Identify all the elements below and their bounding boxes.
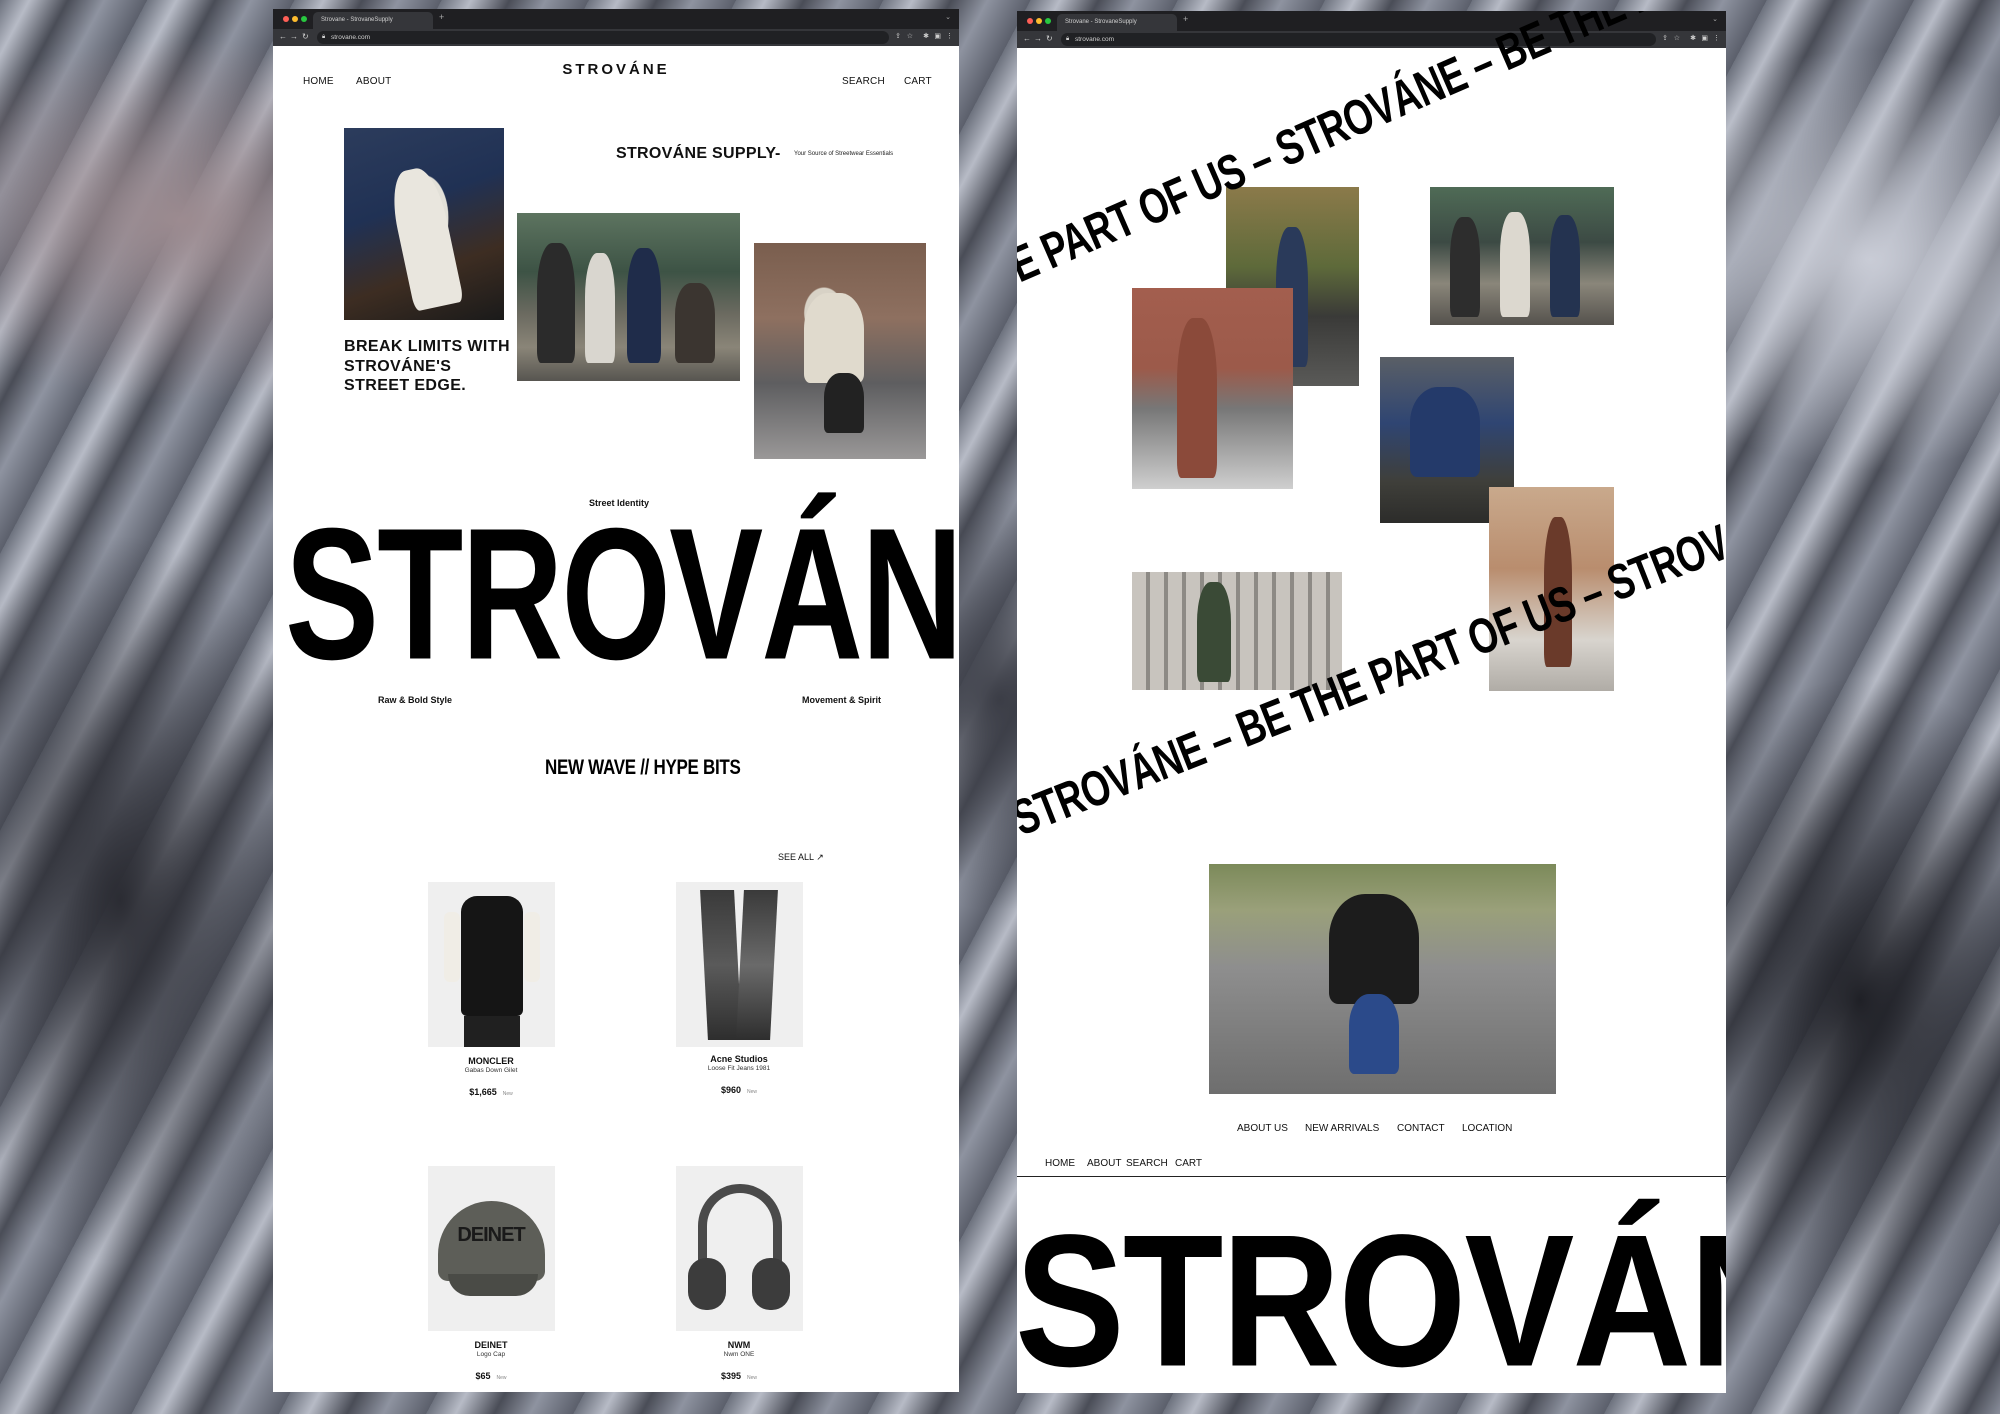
lock-icon: 🔒︎ [1066,36,1070,42]
footer-contact[interactable]: CONTACT [1397,1123,1445,1134]
product-card[interactable]: NWM Nwm ONE $395 New [659,1166,819,1381]
product-name: Nwm ONE [723,1351,755,1358]
product-brand: Acne Studios [710,1054,768,1064]
nav-search[interactable]: SEARCH [842,76,885,87]
ribbon-marquee-bottom: STROVÁNE – BE THE PART OF US – STROVÁNE … [1017,340,1726,847]
hero-photo-jump [754,243,926,459]
product-brand: DEINET [474,1340,508,1350]
product-brand: MONCLER [468,1056,514,1066]
forward-arrow-icon[interactable]: → [1034,34,1042,43]
share-icon[interactable]: ⇪ [895,32,901,40]
product-price: $65 New [475,1371,507,1381]
footer-nav-home[interactable]: HOME [1045,1158,1075,1169]
featured-photo-road-skater [1209,864,1556,1094]
supply-dash: - [775,145,781,162]
cap-print: DEINET [457,1224,525,1246]
reload-icon[interactable]: ↻ [302,32,309,41]
product-tag: New [747,1089,758,1095]
headline-line-1: BREAK LIMITS WITH [344,338,510,355]
product-tag: New [747,1375,758,1381]
address-bar[interactable]: 🔒︎ strovane.com [317,31,889,44]
product-price: $1,665 New [469,1087,513,1097]
product-tag: New [496,1375,507,1381]
product-card[interactable]: MONCLER Gabas Down Gilet $1,665 New [411,882,571,1097]
minimize-window-button[interactable] [1036,18,1042,24]
star-icon[interactable]: ☆ [907,32,913,40]
menu-dots-icon[interactable]: ⋮ [1713,34,1720,42]
label-movement: Movement & Spirit [802,695,882,705]
headline-line-3: STREET EDGE. [344,377,467,394]
tab-title: Strovane - StrovaneSupply [321,17,393,23]
footer-giant-brand: STROVÁNE [1017,1195,1726,1393]
nav-about[interactable]: ABOUT [356,76,391,87]
tab-strip: Strovane - StrovaneSupply + ⌄ [273,9,959,29]
product-tag: New [502,1091,513,1097]
supply-subtitle: Your Source of Streetwear Essentials [794,151,894,157]
nav-home[interactable]: HOME [303,76,334,87]
product-image[interactable] [675,882,803,1047]
section-title-new-wave: NEW WAVE // HYPE BITS [545,755,741,779]
star-icon[interactable]: ☆ [1674,34,1680,42]
browser-tab[interactable]: Strovane - StrovaneSupply [313,12,433,29]
forward-arrow-icon[interactable]: → [290,32,298,41]
extensions-icon[interactable]: ✱ [1690,34,1696,42]
hero-photo-skateboard [344,128,504,320]
footer-nav-cart[interactable]: CART [1175,1158,1202,1169]
see-all-link[interactable]: SEE ALL ↗ [778,852,824,863]
back-arrow-icon[interactable]: ← [279,32,287,41]
maximize-window-button[interactable] [301,16,307,22]
product-name: Logo Cap [476,1351,506,1358]
url-text: strovane.com [331,34,371,41]
tab-title: Strovane - StrovaneSupply [1065,19,1137,25]
new-tab-button[interactable]: + [1183,14,1188,24]
new-tab-button[interactable]: + [439,12,444,22]
sidebar-icon[interactable]: ▣ [1701,34,1708,42]
product-image[interactable] [427,882,555,1047]
product-card[interactable]: Acne Studios Loose Fit Jeans 1981 $960 Ne… [659,882,819,1095]
footer-location[interactable]: LOCATION [1462,1123,1512,1134]
close-window-button[interactable] [283,16,289,22]
footer-new-arrivals[interactable]: NEW ARRIVALS [1305,1123,1379,1134]
collage-photo-columns [1132,572,1342,690]
supply-title: STROVÁNE SUPPLY [616,145,777,162]
product-name: Loose Fit Jeans 1981 [707,1065,771,1072]
product-card[interactable]: DEINET DEINET Logo Cap $65 New [411,1166,571,1381]
label-raw-bold: Raw & Bold Style [378,695,453,705]
back-arrow-icon[interactable]: ← [1023,34,1031,43]
collage-photo-skater-run [1132,288,1293,489]
product-brand: NWM [727,1340,751,1350]
footer-nav-about[interactable]: ABOUT [1087,1158,1121,1169]
sidebar-icon[interactable]: ▣ [934,32,941,40]
footer-divider [1017,1176,1726,1177]
collage-photo-group [1430,187,1614,325]
reload-icon[interactable]: ↻ [1046,34,1053,43]
nav-cart[interactable]: CART [904,76,932,87]
browser-tab[interactable]: Strovane - StrovaneSupply [1057,14,1177,31]
address-toolbar: ← → ↻ 🔒︎ strovane.com ⇪ ☆ ✱ ▣ ⋮ [273,29,959,46]
tab-list-chevron-icon[interactable]: ⌄ [945,13,951,21]
product-price: $960 New [720,1085,758,1095]
url-text: strovane.com [1075,36,1115,43]
headline-line-2: STROVÁNE'S [344,358,452,375]
product-price: $395 New [720,1371,758,1381]
browser-window-right: Strovane - StrovaneSupply + ⌄ ← → ↻ 🔒︎ s… [1017,11,1726,1393]
giant-brand-wordmark: STROVÁNE [285,488,959,699]
product-image[interactable]: DEINET [427,1166,555,1331]
footer-about-us[interactable]: ABOUT US [1237,1123,1288,1134]
product-name: Gabas Down Gilet [464,1067,518,1074]
extensions-icon[interactable]: ✱ [923,32,929,40]
ribbon-marquee-top: E PART OF US – STROVÁNE – BE THE PART OF… [1017,11,1726,293]
minimize-window-button[interactable] [292,16,298,22]
product-image[interactable] [675,1166,803,1331]
lock-icon: 🔒︎ [322,34,326,40]
close-window-button[interactable] [1027,18,1033,24]
share-icon[interactable]: ⇪ [1662,34,1668,42]
footer-nav-search[interactable]: SEARCH [1126,1158,1168,1169]
hero-photo-group [517,213,740,381]
menu-dots-icon[interactable]: ⋮ [946,32,953,40]
maximize-window-button[interactable] [1045,18,1051,24]
tab-list-chevron-icon[interactable]: ⌄ [1712,15,1718,23]
browser-window-left: Strovane - StrovaneSupply + ⌄ ← → ↻ 🔒︎ s… [273,9,959,1392]
